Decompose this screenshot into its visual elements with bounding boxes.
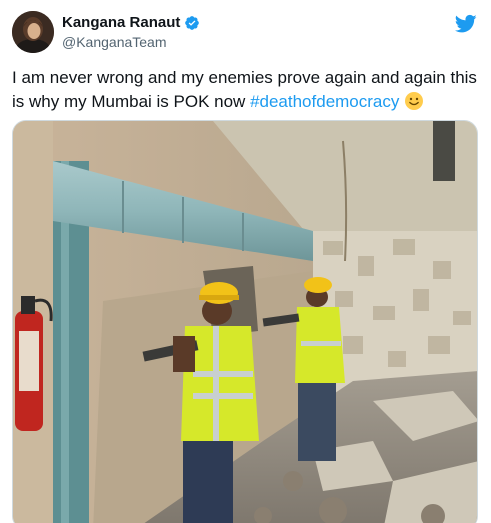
slightly-smiling-face-icon (405, 92, 424, 110)
display-name[interactable]: Kangana Ranaut (62, 14, 180, 31)
hashtag-link[interactable]: #deathofdemocracy (250, 92, 399, 111)
tweet-text: I am never wrong and my enemies prove ag… (12, 66, 482, 114)
avatar[interactable] (12, 11, 54, 53)
twitter-bird-icon[interactable] (455, 14, 477, 34)
demolition-photo (13, 121, 477, 523)
tweet-card[interactable]: Kangana Ranaut @KanganaTeam I am never w… (0, 0, 491, 523)
handle[interactable]: @KanganaTeam (62, 34, 167, 50)
tweet-photo[interactable] (12, 120, 478, 523)
verified-badge-icon (185, 15, 200, 30)
